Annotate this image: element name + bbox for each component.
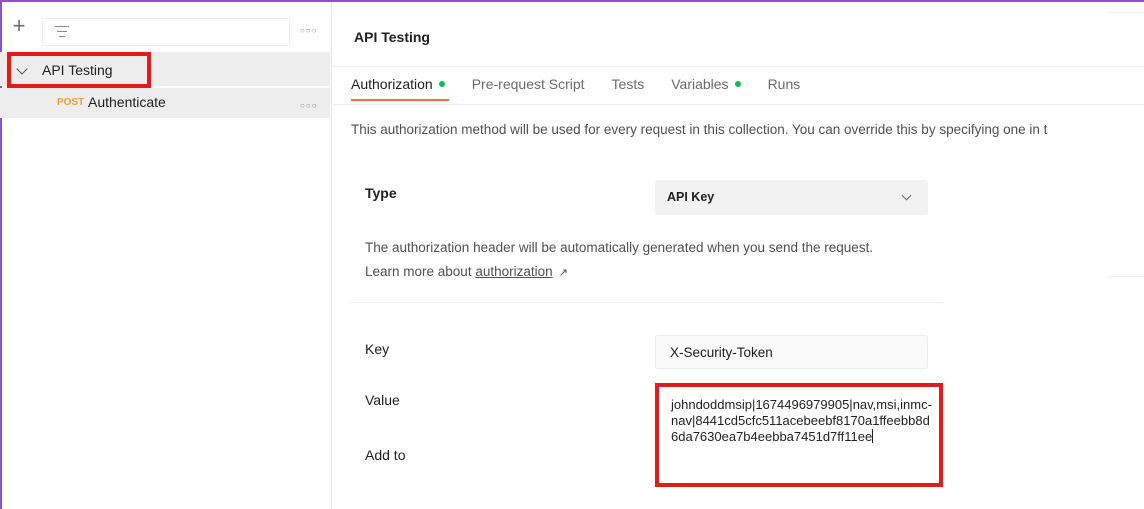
auth-type-select[interactable]: API Key	[655, 180, 928, 215]
status-dot	[438, 81, 445, 87]
filter-input[interactable]	[42, 18, 290, 46]
right-panel-divider	[1107, 104, 1144, 105]
auth-type-value: API Key	[667, 190, 715, 204]
value-input[interactable]: johndoddmsip|1674496979905|nav,msi,inmc-…	[655, 383, 943, 487]
collection-highlight	[7, 52, 151, 88]
tabs-bottom-divider	[333, 104, 1107, 105]
key-input-value: X-Security-Token	[670, 345, 773, 360]
more-icon[interactable]: ○○○	[300, 26, 318, 35]
filter-icon	[55, 26, 69, 38]
tab-tests[interactable]: Tests	[612, 76, 645, 102]
key-label: Key	[365, 341, 390, 357]
type-label: Type	[365, 185, 397, 201]
key-input[interactable]: X-Security-Token	[655, 335, 928, 369]
request-method-badge: POST	[57, 97, 85, 108]
text-cursor	[872, 429, 874, 443]
authorization-link[interactable]: authorization	[475, 264, 552, 279]
value-input-text: johndoddmsip|1674496979905|nav,msi,inmc-…	[671, 397, 932, 444]
right-panel-divider	[1107, 66, 1144, 67]
tabs-top-divider	[333, 66, 1107, 67]
section-divider	[351, 302, 943, 303]
auth-help-text: The authorization header will be automat…	[365, 236, 885, 285]
active-tab-indicator	[351, 99, 449, 101]
chevron-down-icon	[901, 190, 912, 201]
tab-runs[interactable]: Runs	[768, 76, 801, 102]
right-panel-edge	[1107, 12, 1144, 277]
value-label: Value	[365, 392, 400, 408]
request-label[interactable]: Authenticate	[88, 94, 166, 110]
external-link-icon[interactable]: ↗	[559, 261, 568, 285]
status-dot	[734, 81, 741, 87]
tab-pre-request-script[interactable]: Pre-request Script	[472, 76, 585, 102]
right-panel-divider	[1107, 276, 1144, 277]
plus-icon[interactable]: +	[10, 15, 28, 37]
more-icon[interactable]: ○○○	[300, 101, 318, 110]
auth-description: This authorization method will be used f…	[351, 122, 1048, 137]
tab-variables[interactable]: Variables	[671, 76, 741, 102]
add-to-label: Add to	[365, 447, 406, 463]
page-title: API Testing	[354, 29, 430, 45]
